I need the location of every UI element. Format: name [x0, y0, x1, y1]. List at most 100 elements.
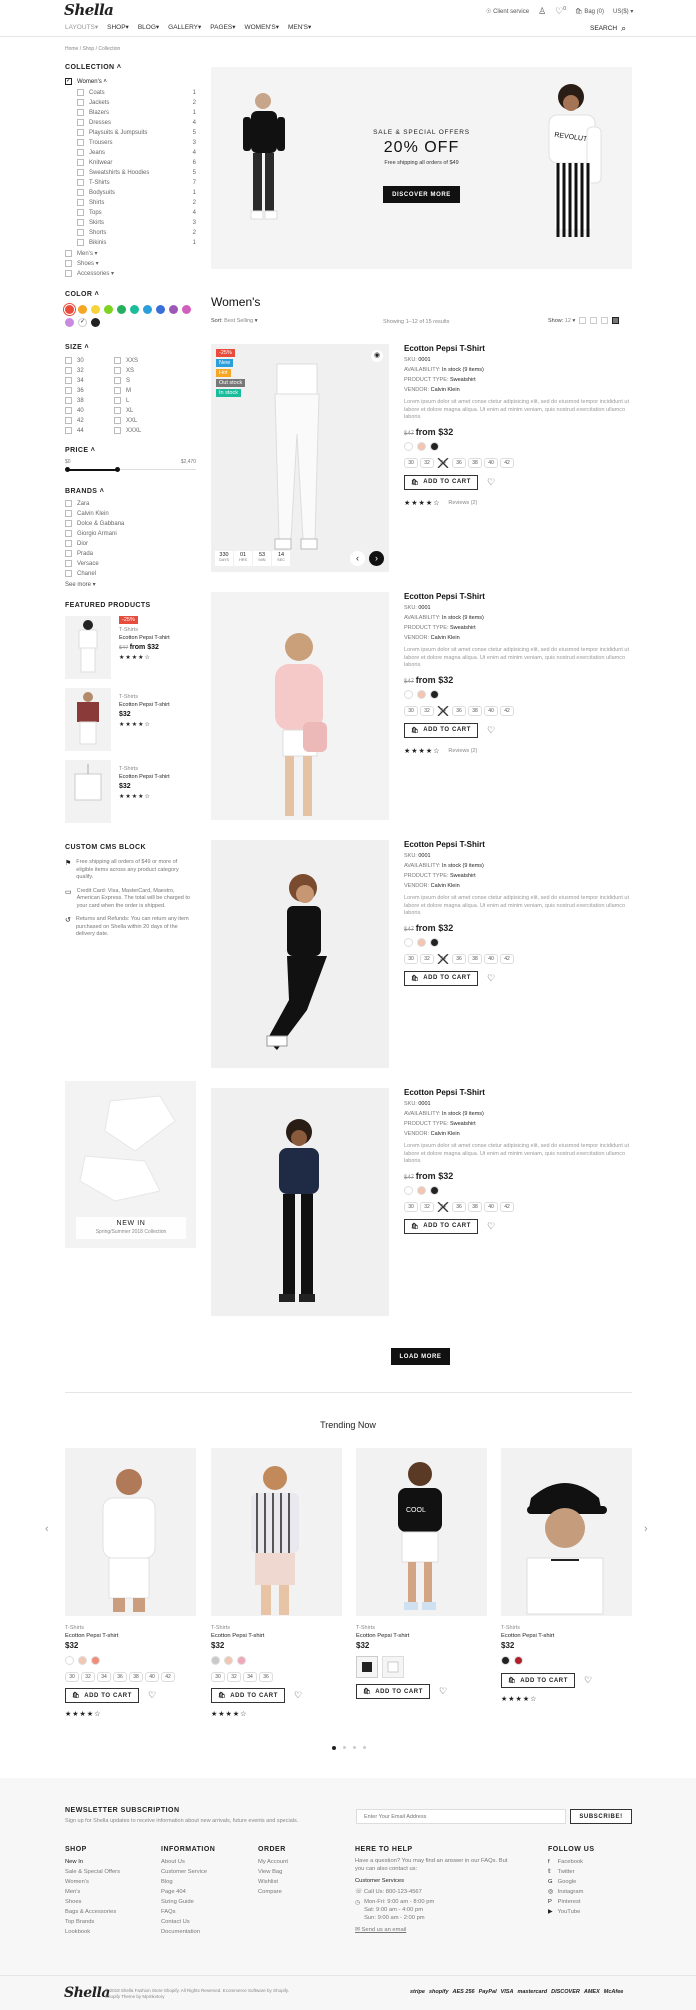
trending-name[interactable]: Ecotton Pepsi T-shirt: [356, 1633, 487, 1639]
size-option[interactable]: 34: [65, 376, 114, 386]
wishlist-icon[interactable]: ♡: [148, 1690, 156, 1701]
collection-item[interactable]: Tops 4: [77, 208, 196, 218]
checkbox[interactable]: [65, 260, 72, 268]
checkbox[interactable]: [114, 367, 121, 375]
checkbox[interactable]: [77, 219, 84, 227]
footer-link[interactable]: Wishlist: [258, 1877, 288, 1887]
price-handle-min[interactable]: [65, 467, 70, 472]
trending-image[interactable]: [501, 1448, 632, 1616]
size-option[interactable]: 42: [500, 1201, 514, 1212]
footer-link[interactable]: Top Brands: [65, 1917, 120, 1927]
size-option[interactable]: 32: [420, 457, 434, 468]
nav-mens[interactable]: MEN'S▾: [288, 23, 311, 31]
footer-link[interactable]: Bags & Accessories: [65, 1907, 120, 1917]
social-link[interactable]: G Google: [548, 1877, 595, 1887]
featured-product[interactable]: T-Shirts Ecotton Pepsi T-shirt $32 ★★★★☆: [65, 760, 196, 832]
add-to-cart-button[interactable]: 🛍 ADD TO CART: [356, 1684, 430, 1699]
checkbox[interactable]: [65, 530, 72, 538]
color-title[interactable]: COLOR ˄: [65, 291, 196, 298]
size-option[interactable]: 38: [65, 396, 114, 406]
checkbox[interactable]: [65, 510, 72, 518]
checkbox[interactable]: [65, 250, 72, 258]
size-option[interactable]: XL: [114, 406, 141, 416]
color-option[interactable]: [430, 689, 439, 699]
color-option[interactable]: [417, 441, 426, 451]
footer-link[interactable]: Lookbook: [65, 1927, 120, 1937]
variant-thumb[interactable]: [356, 1656, 378, 1678]
color-option[interactable]: [91, 1656, 100, 1665]
checkbox[interactable]: [77, 209, 84, 217]
social-link[interactable]: P Pinterest: [548, 1897, 595, 1907]
color-option[interactable]: [65, 1656, 74, 1665]
checkbox[interactable]: [77, 89, 84, 97]
carousel-prev-icon[interactable]: ‹: [45, 1523, 49, 1535]
size-option[interactable]: 36: [259, 1672, 273, 1682]
footer-link[interactable]: My Account: [258, 1857, 288, 1867]
featured-product-image[interactable]: [65, 616, 111, 679]
checkbox[interactable]: [65, 357, 72, 365]
footer-link[interactable]: About Us: [161, 1857, 215, 1867]
size-option[interactable]: 38: [468, 953, 482, 964]
checkbox[interactable]: [65, 550, 72, 558]
footer-link[interactable]: FAQs: [161, 1907, 215, 1917]
reviews-link[interactable]: Reviews (2): [448, 748, 477, 754]
size-option[interactable]: 36: [65, 386, 114, 396]
featured-product-name[interactable]: Ecotton Pepsi T-shirt: [119, 635, 170, 641]
carousel-next-icon[interactable]: ›: [644, 1523, 648, 1535]
add-to-cart-button[interactable]: 🛍 ADD TO CART: [404, 474, 478, 490]
checkbox[interactable]: [65, 407, 72, 415]
collection-item[interactable]: Shirts 2: [77, 198, 196, 208]
grid-view-4-icon[interactable]: [601, 317, 609, 324]
checkbox[interactable]: [77, 199, 84, 207]
size-option[interactable]: 44: [65, 426, 114, 436]
product-name[interactable]: Ecotton Pepsi T-Shirt: [404, 1088, 632, 1097]
wishlist-icon[interactable]: ♡: [584, 1675, 592, 1686]
color-swatch[interactable]: ✓: [78, 318, 87, 327]
size-option[interactable]: 30: [404, 705, 418, 716]
size-option[interactable]: 36: [452, 457, 466, 468]
footer-link[interactable]: Men's: [65, 1887, 120, 1897]
size-option[interactable]: 30: [404, 953, 418, 964]
see-more-link[interactable]: See more ▾: [65, 581, 196, 588]
checkbox[interactable]: [114, 397, 121, 405]
checkbox[interactable]: [65, 397, 72, 405]
size-option[interactable]: 40: [484, 705, 498, 716]
color-swatch[interactable]: [78, 305, 87, 314]
wishlist-icon[interactable]: ♡: [487, 973, 495, 984]
color-swatch[interactable]: [65, 318, 74, 327]
nav-blog[interactable]: BLOG▾: [138, 23, 159, 31]
client-service-link[interactable]: ☉ Client service: [486, 8, 529, 15]
featured-product-image[interactable]: [65, 688, 111, 751]
checkbox[interactable]: [77, 119, 84, 127]
color-option[interactable]: [430, 441, 439, 451]
email-link[interactable]: ✉ Send us an email: [355, 1925, 515, 1935]
subscribe-button[interactable]: SUBSCRIBE!: [570, 1809, 632, 1824]
price-title[interactable]: PRICE ˄: [65, 447, 196, 454]
color-swatch[interactable]: [104, 305, 113, 314]
checkbox[interactable]: [114, 427, 121, 435]
collection-item[interactable]: Shorts 2: [77, 228, 196, 238]
trending-image[interactable]: [65, 1448, 196, 1616]
add-to-cart-button[interactable]: 🛍 ADD TO CART: [404, 1218, 478, 1234]
grid-view-2-icon[interactable]: [579, 317, 587, 324]
size-option[interactable]: 32: [81, 1672, 95, 1682]
load-more-button[interactable]: LOAD MORE: [391, 1348, 450, 1365]
color-option[interactable]: [430, 1185, 439, 1195]
checkbox[interactable]: [77, 229, 84, 237]
bag-link[interactable]: 🛍 Bag (0): [575, 8, 604, 15]
checkbox[interactable]: [77, 179, 84, 187]
checkbox[interactable]: [77, 169, 84, 177]
trending-name[interactable]: Ecotton Pepsi T-shirt: [211, 1633, 342, 1639]
logo[interactable]: Shella: [64, 1, 114, 19]
size-option[interactable]: 34: [97, 1672, 111, 1682]
collection-item[interactable]: Bikinis 1: [77, 238, 196, 248]
footer-link[interactable]: View Bag: [258, 1867, 288, 1877]
color-option[interactable]: [404, 937, 413, 947]
color-option[interactable]: [78, 1656, 87, 1665]
social-link[interactable]: f Facebook: [548, 1857, 595, 1867]
price-slider[interactable]: [65, 466, 196, 474]
size-option[interactable]: 40: [484, 1201, 498, 1212]
footer-link[interactable]: Page 404: [161, 1887, 215, 1897]
size-option[interactable]: 32: [227, 1672, 241, 1682]
collection-group[interactable]: Accessories ▾: [65, 269, 196, 279]
